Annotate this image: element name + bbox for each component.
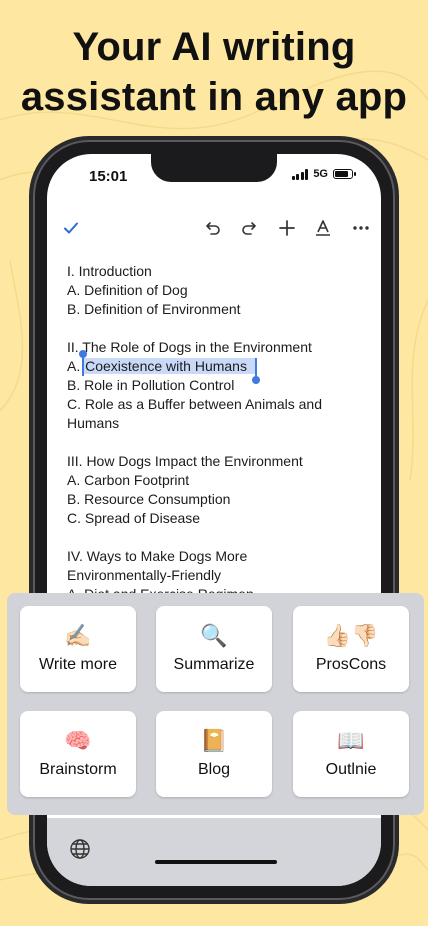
doc-line: Humans [67, 415, 120, 431]
doc-line-selected: A. Coexistence with Humans [67, 350, 367, 384]
brainstorm-button[interactable]: 🧠 Brainstorm [20, 711, 136, 797]
blog-button[interactable]: 📔 Blog [156, 711, 272, 797]
writing-hand-icon: ✍🏻 [64, 623, 92, 648]
globe-icon[interactable] [69, 838, 91, 860]
doc-line: I. Introduction [67, 263, 152, 279]
proscons-button[interactable]: 👍🏻👎🏻 ProsCons [293, 606, 409, 692]
outline-button[interactable]: 📖 Outlnie [293, 711, 409, 797]
battery-level [335, 171, 348, 177]
dynamic-notch [151, 154, 277, 182]
battery-icon [333, 169, 356, 179]
checkmark-icon[interactable] [59, 216, 83, 240]
text-format-icon[interactable] [311, 216, 335, 240]
doc-line: A. Definition of Dog [67, 282, 188, 298]
headline-line-1: Your AI writing [72, 25, 356, 69]
doc-line: C. Role as a Buffer between Animals and [67, 396, 323, 412]
outline-label: Outlnie [325, 761, 377, 778]
headline-line-2: assistant in any app [20, 75, 408, 119]
keyboard-bottom-bar [47, 818, 381, 886]
network-label: 5G [313, 168, 328, 180]
more-icon[interactable] [349, 216, 373, 240]
headline: Your AI writing assistant in any app [0, 22, 428, 122]
magnifier-icon: 🔍 [200, 623, 228, 648]
selected-text: Coexistence with Humans [85, 358, 247, 374]
mute-switch [29, 260, 33, 290]
signal-icon [291, 168, 309, 180]
editor-toolbar [47, 212, 381, 246]
status-time: 15:01 [89, 168, 128, 185]
summarize-label: Summarize [173, 656, 255, 673]
write-more-button[interactable]: ✍🏻 Write more [20, 606, 136, 692]
undo-icon[interactable] [201, 216, 225, 240]
doc-line: B. Definition of Environment [67, 301, 241, 317]
ai-actions-panel: ✍🏻 Write more 🔍 Summarize 👍🏻👎🏻 ProsCons … [7, 593, 424, 815]
status-indicators: 5G [291, 168, 356, 180]
summarize-button[interactable]: 🔍 Summarize [156, 606, 272, 692]
redo-icon[interactable] [237, 216, 261, 240]
text-selection[interactable]: Coexistence with Humans [79, 350, 260, 384]
brain-icon: 🧠 [64, 728, 92, 753]
doc-line: B. Role in Pollution Control [67, 377, 235, 393]
thumbs-up-down-icon: 👍🏻👎🏻 [323, 623, 379, 648]
home-indicator [155, 860, 277, 864]
volume-up-button [29, 310, 33, 366]
plus-icon[interactable] [275, 216, 299, 240]
power-button [395, 330, 399, 416]
open-book-icon: 📖 [337, 728, 365, 753]
blog-label: Blog [197, 761, 231, 778]
doc-line: A. Carbon Footprint [67, 472, 190, 488]
notebook-icon: 📔 [200, 728, 228, 753]
document-body[interactable]: I. Introduction A. Definition of Dog B. … [67, 262, 367, 604]
brainstorm-label: Brainstorm [39, 761, 117, 778]
proscons-label: ProsCons [315, 656, 387, 673]
volume-down-button [29, 376, 33, 432]
doc-line: IV. Ways to Make Dogs More [67, 548, 248, 564]
selection-start-handle[interactable] [79, 350, 88, 376]
doc-line: B. Resource Consumption [67, 491, 231, 507]
write-more-label: Write more [39, 656, 117, 673]
selection-end-handle[interactable] [251, 358, 260, 384]
doc-line: Environmentally-Friendly [67, 567, 222, 583]
doc-line: II. The Role of Dogs in the Environment [67, 339, 312, 355]
doc-line: C. Spread of Disease [67, 510, 201, 526]
doc-line: III. How Dogs Impact the Environment [67, 453, 303, 469]
